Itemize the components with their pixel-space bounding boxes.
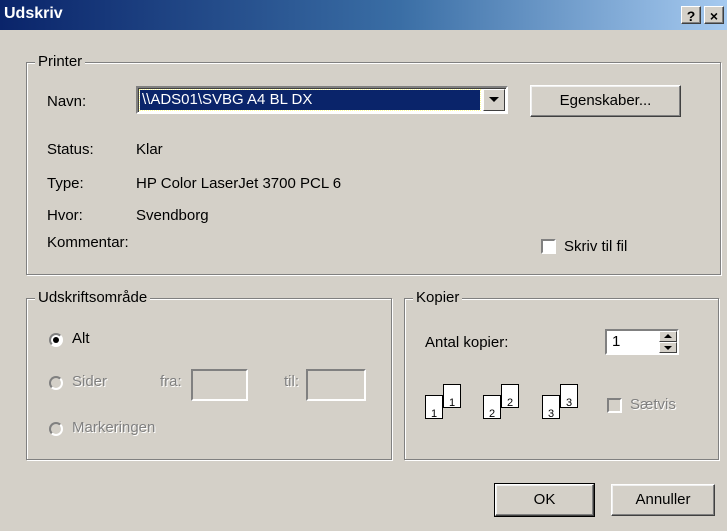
- collate-page-icon: 1: [443, 384, 461, 409]
- radio-selected-dot: [53, 337, 59, 343]
- collate-page-icon: 3: [542, 395, 560, 420]
- range-all-radio[interactable]: [49, 333, 63, 347]
- collate-page-icon: 2: [501, 384, 519, 409]
- type-label: Type:: [47, 175, 84, 192]
- close-button[interactable]: ×: [704, 6, 724, 24]
- copies-count-value: 1: [612, 333, 621, 350]
- type-value: HP Color LaserJet 3700 PCL 6: [136, 175, 342, 192]
- window-title: Udskriv: [4, 5, 63, 22]
- print-to-file-checkbox[interactable]: [541, 239, 556, 254]
- cancel-button[interactable]: Annuller: [611, 484, 715, 516]
- collate-label: Sætvis: [630, 396, 676, 413]
- printer-name-label: Navn:: [47, 93, 87, 110]
- copies-count-label: Antal kopier:: [425, 334, 509, 351]
- range-selection-radio[interactable]: [49, 422, 63, 436]
- copies-group: Kopier: [404, 289, 719, 460]
- properties-button[interactable]: Egenskaber...: [530, 85, 681, 117]
- copies-count-spinner[interactable]: 1: [605, 329, 679, 355]
- title-bar: Udskriv ? ×: [0, 0, 727, 30]
- help-button[interactable]: ?: [681, 6, 701, 24]
- spin-up-button[interactable]: [659, 331, 677, 342]
- where-label: Hvor:: [47, 207, 83, 224]
- chevron-up-icon: [664, 334, 672, 338]
- range-from-label: fra:: [160, 373, 182, 390]
- comment-label: Kommentar:: [47, 234, 129, 251]
- print-to-file-label: Skriv til fil: [564, 238, 628, 255]
- where-value: Svendborg: [136, 207, 209, 224]
- status-label: Status:: [47, 141, 94, 158]
- printer-name-dropdown[interactable]: \\ADS01\SVBG A4 BL DX: [136, 86, 508, 114]
- range-all-label: Alt: [72, 330, 90, 347]
- range-pages-label: Sider: [72, 373, 108, 390]
- chevron-down-icon: [664, 346, 672, 350]
- range-pages-radio[interactable]: [49, 376, 63, 390]
- copies-legend: Kopier: [413, 289, 463, 306]
- printer-legend: Printer: [35, 53, 86, 70]
- printer-name-value: \\ADS01\SVBG A4 BL DX: [139, 89, 481, 111]
- range-from-input[interactable]: [191, 369, 248, 401]
- collate-checkbox[interactable]: [607, 398, 622, 413]
- range-to-input[interactable]: [306, 369, 366, 401]
- range-to-label: til:: [284, 373, 299, 390]
- chevron-down-icon: [489, 97, 499, 102]
- range-selection-label: Markeringen: [72, 419, 156, 436]
- collate-page-icon: 3: [560, 384, 578, 409]
- dropdown-arrow-button[interactable]: [483, 89, 505, 111]
- collate-page-icon: 2: [483, 395, 501, 420]
- print-range-legend: Udskriftsområde: [35, 289, 151, 306]
- ok-button[interactable]: OK: [494, 483, 595, 517]
- spin-down-button[interactable]: [659, 342, 677, 353]
- collate-page-icon: 1: [425, 395, 443, 420]
- status-value: Klar: [136, 141, 163, 158]
